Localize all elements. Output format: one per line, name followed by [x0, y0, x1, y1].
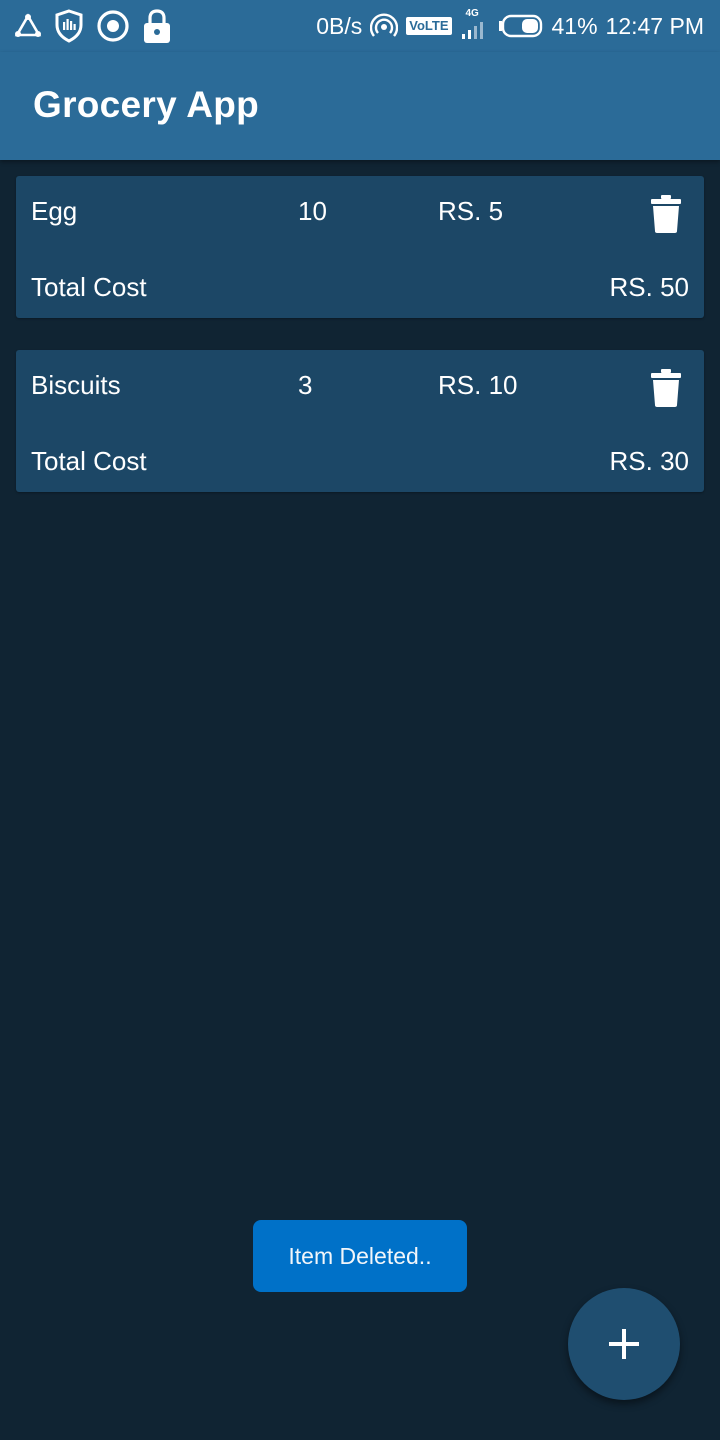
status-icons-right: 0B/s VoLTE 4G 41% 12:47 PM	[316, 6, 704, 46]
item-name: Biscuits	[31, 370, 121, 400]
app-title: Grocery App	[33, 84, 260, 125]
trash-icon[interactable]	[650, 368, 682, 408]
total-cost-label: Total Cost	[31, 272, 147, 302]
battery-icon	[498, 14, 542, 38]
shield-icon	[55, 9, 83, 43]
status-bar: 0B/s VoLTE 4G 41% 12:47 PM	[0, 0, 720, 52]
signal-icon: 4G	[460, 8, 490, 40]
network-type: 4G	[465, 8, 479, 19]
toast-message: Item Deleted..	[253, 1220, 467, 1292]
item-price: RS. 5	[438, 196, 504, 226]
triangle-network-icon	[14, 13, 42, 37]
total-cost-value: RS. 30	[609, 446, 690, 476]
item-quantity: 3	[298, 370, 313, 400]
item-quantity: 10	[298, 196, 327, 226]
item-price: RS. 10	[438, 370, 518, 400]
grocery-list: Egg 10 RS. 5 Total Cost RS. 50 Biscuits …	[16, 176, 704, 524]
add-item-button[interactable]	[568, 1288, 680, 1400]
battery-percent: 41%	[551, 12, 598, 39]
plus-icon	[609, 1329, 639, 1359]
total-cost-label: Total Cost	[31, 446, 147, 476]
total-cost-value: RS. 50	[609, 272, 690, 302]
grocery-item-card[interactable]: Egg 10 RS. 5 Total Cost RS. 50	[16, 176, 704, 318]
target-icon	[97, 10, 129, 42]
lock-icon	[144, 9, 170, 43]
volte-badge: VoLTE	[406, 17, 452, 35]
hotspot-icon	[370, 13, 399, 37]
trash-icon[interactable]	[650, 194, 682, 234]
app-bar: Grocery App	[0, 52, 720, 160]
clock: 12:47 PM	[605, 12, 704, 39]
net-speed: 0B/s	[316, 12, 363, 39]
item-name: Egg	[31, 196, 78, 226]
grocery-item-card[interactable]: Biscuits 3 RS. 10 Total Cost RS. 30	[16, 350, 704, 492]
status-icons-left	[14, 6, 172, 46]
